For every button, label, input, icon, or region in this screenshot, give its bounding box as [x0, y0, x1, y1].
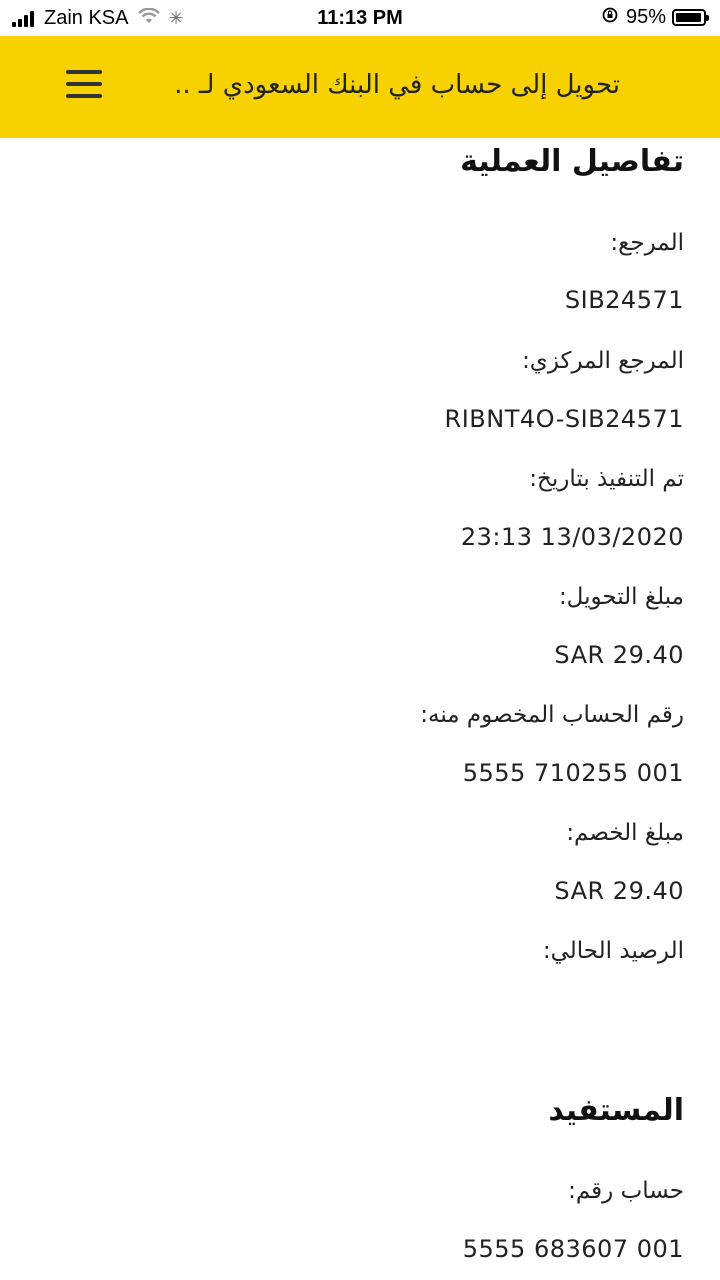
reference-value: SIB24571 — [564, 286, 684, 314]
central-reference-label: المرجع المركزي: — [522, 348, 684, 374]
beneficiary-account-label: حساب رقم: — [568, 1178, 684, 1204]
executed-on-label: تم التنفيذ بتاريخ: — [529, 466, 684, 492]
central-reference-value: RIBNT4O-SIB24571 — [444, 405, 684, 433]
transfer-amount-label: مبلغ التحويل: — [558, 584, 684, 610]
beneficiary-section-title: المستفيد — [548, 1093, 684, 1128]
hamburger-menu-icon[interactable] — [66, 70, 102, 98]
transfer-amount-value: SAR 29.40 — [554, 641, 684, 669]
debited-account-value: 5555 710255 001 — [462, 759, 684, 787]
debit-amount-label: مبلغ الخصم: — [566, 820, 684, 846]
debited-account-label: رقم الحساب المخصوم منه: — [420, 702, 684, 728]
battery-percent: 95% — [625, 6, 666, 28]
reference-label: المرجع: — [610, 230, 684, 256]
beneficiary-account-value: 5555 683607 001 — [462, 1235, 684, 1263]
status-bar: Zain KSA ✳ 11:13 PM 95% — [0, 0, 720, 36]
status-bar-right: 95% — [602, 6, 709, 29]
app-header: تحويل إلى حساب في البنك السعودي لـ .. — [0, 36, 720, 138]
rotation-lock-icon — [602, 7, 618, 28]
details-section-title: تفاصيل العملية — [460, 144, 684, 179]
battery-fill — [676, 13, 701, 22]
current-balance-label: الرصيد الحالي: — [542, 938, 684, 964]
debit-amount-value: SAR 29.40 — [554, 877, 684, 905]
battery-icon — [672, 9, 709, 26]
executed-on-value: 23:13 13/03/2020 — [460, 523, 684, 551]
page-title: تحويل إلى حساب في البنك السعودي لـ .. — [174, 70, 620, 100]
